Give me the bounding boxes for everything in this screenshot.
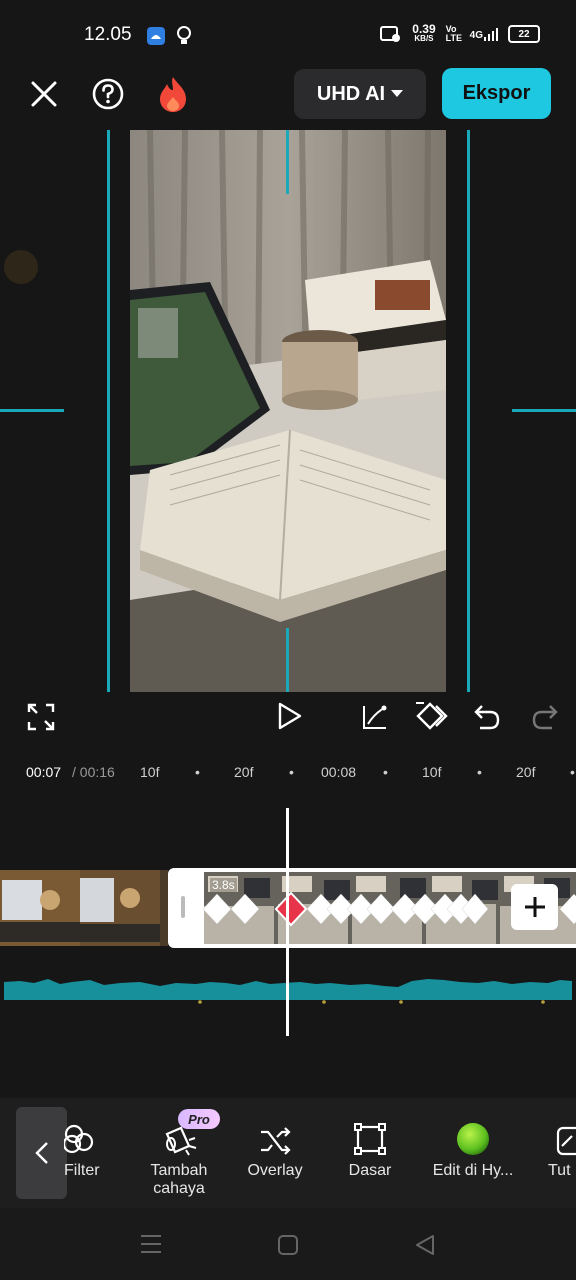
- battery-icon: 22: [508, 25, 540, 43]
- shuffle-icon: [240, 1120, 310, 1156]
- green-orb-icon: [426, 1120, 520, 1156]
- volte-label: Vo LTE: [445, 24, 462, 43]
- guide-mid-right: [512, 409, 576, 412]
- ruler-tick: 00:08: [321, 764, 357, 780]
- quality-dropdown[interactable]: UHD AI: [294, 69, 426, 119]
- keyframe-icon: [416, 702, 448, 730]
- clip-thumbnails: [0, 870, 168, 946]
- video-preview[interactable]: [130, 130, 446, 692]
- ruler-tick: •: [570, 764, 575, 780]
- video-clip-previous[interactable]: [0, 870, 168, 946]
- total-time: / 00:16: [72, 764, 115, 780]
- home-nav-button[interactable]: [277, 1234, 299, 1261]
- lightbulb-icon: [176, 25, 192, 52]
- tool-edit-hypic[interactable]: Edit di Hy...: [426, 1120, 520, 1180]
- signal-icon: 4G: [470, 27, 498, 41]
- fullscreen-icon: [27, 703, 55, 731]
- status-time: 12.05: [84, 24, 132, 45]
- keyframe-active-marker: [274, 891, 308, 927]
- recents-nav-button[interactable]: [140, 1234, 162, 1259]
- play-button[interactable]: [274, 701, 304, 736]
- curve-graph-icon: [363, 705, 387, 729]
- keyframe-marker: [202, 893, 232, 925]
- ruler-tick: •: [383, 764, 388, 780]
- preview-image: [130, 130, 446, 692]
- trim-handle-left[interactable]: [181, 896, 185, 918]
- play-icon: [278, 702, 302, 730]
- tool-tutorial[interactable]: Tut: [548, 1120, 576, 1180]
- system-nav-bar: [0, 1208, 576, 1280]
- tool-label: Tambah cahaya: [150, 1162, 208, 1197]
- export-button[interactable]: Ekspor: [442, 68, 551, 119]
- ruler-tick: 10f: [140, 764, 160, 780]
- tool-label: Filter: [64, 1162, 100, 1179]
- caret-down-icon: [391, 90, 404, 97]
- add-clip-button[interactable]: [511, 884, 558, 930]
- help-button[interactable]: [90, 76, 126, 112]
- close-button[interactable]: [26, 76, 62, 112]
- close-icon: [31, 81, 57, 107]
- redo-button[interactable]: [530, 702, 560, 737]
- tool-label: Overlay: [247, 1162, 303, 1179]
- tool-label: Edit di Hy...: [432, 1162, 514, 1179]
- ruler-tick: •: [289, 764, 294, 780]
- ruler-tick: •: [477, 764, 482, 780]
- guide-mid-left: [0, 409, 64, 412]
- back-nav-button[interactable]: [414, 1233, 436, 1262]
- flame-icon: [160, 77, 186, 112]
- network-speed: 0.39 KB/S: [412, 22, 436, 43]
- guide-left: [107, 130, 110, 692]
- tool-label: Dasar: [348, 1162, 392, 1179]
- pro-badge: Pro: [178, 1109, 220, 1129]
- guide-center-top: [286, 130, 289, 194]
- help-icon: [92, 78, 124, 110]
- ruler-tick: •: [195, 764, 200, 780]
- keyframe-marker: [461, 893, 489, 925]
- screen-record-icon: [380, 26, 401, 42]
- keyframe-button[interactable]: [414, 700, 450, 737]
- guide-right: [467, 130, 470, 692]
- undo-icon: [474, 705, 500, 730]
- home-square-icon: [278, 1235, 298, 1255]
- ruler-tick: 10f: [422, 764, 442, 780]
- guide-center-bottom: [286, 628, 289, 692]
- back-triangle-icon: [416, 1235, 434, 1255]
- filter-icon: [64, 1120, 114, 1156]
- playhead[interactable]: [286, 808, 289, 1036]
- ruler-tick: 20f: [516, 764, 536, 780]
- tool-tambah-cahaya[interactable]: Tambah cahaya: [140, 1120, 218, 1198]
- keyframe-marker: [230, 893, 260, 925]
- flame-button[interactable]: [154, 74, 192, 114]
- time-ruler[interactable]: 00:07 / 00:16 10f • 20f • 00:08 • 10f • …: [0, 760, 576, 784]
- emoji-sticker[interactable]: [4, 250, 38, 284]
- redo-icon: [532, 705, 558, 730]
- app-notification-icon: [146, 26, 166, 51]
- partial-icon: [548, 1120, 576, 1156]
- ruler-tick: 20f: [234, 764, 254, 780]
- current-time: 00:07: [26, 764, 62, 780]
- undo-button[interactable]: [472, 702, 502, 737]
- tool-label: Tut: [548, 1162, 571, 1179]
- menu-lines-icon: [141, 1235, 161, 1253]
- speed-curve-button[interactable]: [360, 702, 390, 737]
- keyframe-row: [202, 891, 489, 927]
- tool-dasar[interactable]: Dasar: [338, 1120, 402, 1180]
- fullscreen-button[interactable]: [26, 702, 56, 737]
- tool-filter[interactable]: Filter: [64, 1120, 114, 1180]
- status-right-group: 0.39 KB/S Vo LTE 4G 22: [380, 22, 540, 44]
- status-bar: 12.05 0.39 KB/S Vo LTE 4G 22: [0, 0, 576, 64]
- back-button[interactable]: [16, 1107, 67, 1199]
- tool-overlay[interactable]: Overlay: [240, 1120, 310, 1180]
- crop-square-icon: [338, 1120, 402, 1156]
- keyframe-marker-edge: [560, 894, 576, 924]
- plus-icon: [524, 897, 545, 917]
- chevron-left-icon: [34, 1142, 48, 1164]
